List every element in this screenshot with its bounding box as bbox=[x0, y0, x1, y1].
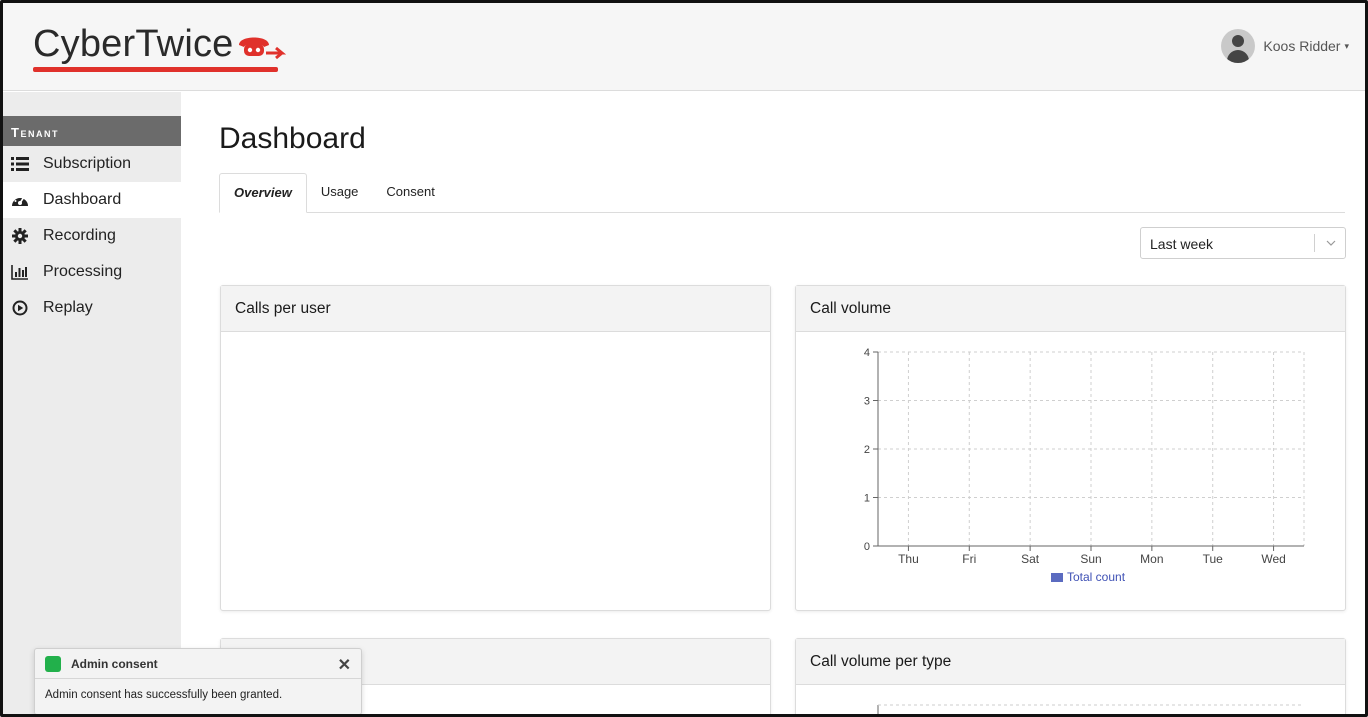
top-navbar: CyberTwice Koos Ridder ▾ bbox=[3, 3, 1365, 91]
card-title: Call volume bbox=[796, 286, 1345, 332]
play-circle-icon bbox=[11, 299, 29, 317]
period-select-value: Last week bbox=[1150, 236, 1214, 252]
x-tick-label: Wed bbox=[1261, 552, 1285, 566]
x-tick-label: Tue bbox=[1203, 552, 1224, 566]
success-status-icon bbox=[45, 655, 61, 672]
x-tick-label: Thu bbox=[898, 552, 919, 566]
sidebar-item-label: Dashboard bbox=[43, 191, 122, 208]
sidebar-item-processing[interactable]: Processing bbox=[3, 254, 181, 290]
tab-usage[interactable]: Usage bbox=[307, 173, 373, 212]
user-name: Koos Ridder bbox=[1263, 38, 1341, 54]
main-content: Dashboard Overview Usage Consent Last we… bbox=[181, 92, 1365, 714]
gear-icon bbox=[11, 227, 29, 245]
x-tick-label: Sun bbox=[1080, 552, 1101, 566]
x-tick-label: Mon bbox=[1140, 552, 1163, 566]
bar-chart-icon bbox=[11, 263, 29, 281]
y-tick-label: 0 bbox=[864, 541, 870, 553]
sidebar-section-title: Tenant bbox=[3, 116, 181, 146]
sidebar-item-dashboard[interactable]: Dashboard bbox=[3, 182, 181, 218]
toast-header: Admin consent ✕ bbox=[35, 649, 361, 679]
legend-label: Total count bbox=[1067, 570, 1126, 584]
tab-overview[interactable]: Overview bbox=[219, 173, 307, 213]
y-tick-label: 2 bbox=[864, 444, 870, 456]
sidebar-item-label: Replay bbox=[43, 299, 93, 316]
list-icon bbox=[11, 155, 29, 173]
call-volume-per-type-chart bbox=[877, 704, 1304, 714]
sidebar-item-subscription[interactable]: Subscription bbox=[3, 146, 181, 182]
close-icon[interactable]: ✕ bbox=[338, 655, 351, 675]
toast-message: Admin consent has successfully been gran… bbox=[45, 689, 283, 701]
y-tick-label: 1 bbox=[864, 493, 870, 505]
y-tick-label: 3 bbox=[864, 396, 870, 408]
sidebar-item-label: Processing bbox=[43, 263, 123, 280]
user-avatar-icon bbox=[1221, 29, 1256, 63]
card-title: Call volume per type bbox=[796, 639, 1345, 685]
call-volume-per-type-card: Call volume per type bbox=[795, 638, 1346, 714]
calls-per-user-card: Calls per user bbox=[220, 285, 771, 611]
tab-bar: Overview Usage Consent bbox=[219, 173, 1345, 213]
tab-consent[interactable]: Consent bbox=[372, 173, 448, 212]
call-volume-card: Call volume 0 1 2 3 4 Thu Fri Sat Sun Mon Tue Wed To… bbox=[795, 285, 1346, 611]
logo-phone-icon bbox=[238, 37, 286, 60]
period-select[interactable]: Last week bbox=[1140, 227, 1346, 259]
legend-swatch bbox=[1051, 573, 1063, 582]
logo-underline bbox=[33, 67, 278, 72]
card-title: Calls per user bbox=[221, 286, 770, 332]
page-title: Dashboard bbox=[219, 122, 366, 155]
call-volume-chart: 0 1 2 3 4 Thu Fri Sat Sun Mon Tue Wed Total count bbox=[864, 347, 1305, 584]
user-menu[interactable]: Koos Ridder ▾ bbox=[1221, 29, 1349, 63]
tachometer-icon bbox=[11, 191, 29, 209]
chevron-down-icon bbox=[1325, 236, 1337, 255]
toast-title: Admin consent bbox=[71, 656, 158, 671]
select-separator bbox=[1314, 234, 1315, 252]
chevron-down-icon: ▾ bbox=[1344, 40, 1349, 51]
y-tick-label: 4 bbox=[864, 347, 870, 359]
sidebar-item-label: Subscription bbox=[43, 155, 132, 172]
x-tick-label: Fri bbox=[962, 552, 976, 566]
sidebar-item-replay[interactable]: Replay bbox=[3, 290, 181, 326]
sidebar: Tenant Subscription Dashboard Recording … bbox=[3, 92, 181, 714]
x-tick-label: Sat bbox=[1021, 552, 1040, 566]
cybertwice-logo[interactable]: CyberTwice bbox=[33, 21, 286, 75]
logo-text: CyberTwice bbox=[33, 23, 234, 65]
sidebar-item-recording[interactable]: Recording bbox=[3, 218, 181, 254]
sidebar-item-label: Recording bbox=[43, 227, 116, 244]
app-window: CyberTwice Koos Ridder ▾ Tenant Subscrip… bbox=[0, 0, 1368, 717]
admin-consent-toast: Admin consent ✕ Admin consent has succes… bbox=[34, 648, 362, 714]
